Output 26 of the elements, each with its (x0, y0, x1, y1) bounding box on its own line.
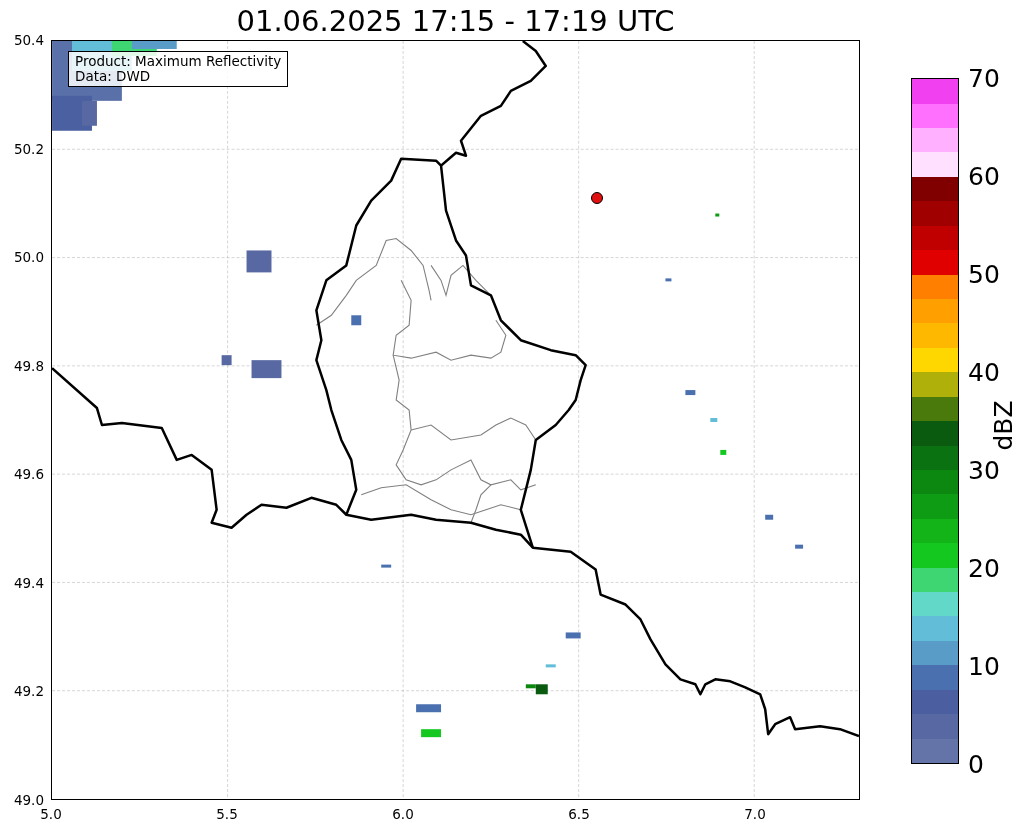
legend-text: Data: DWD (75, 69, 152, 84)
x-tick-label: 7.0 (744, 806, 766, 822)
colorbar-tick-label: 60 (968, 161, 1000, 191)
y-tick-label: 49.0 (13, 792, 44, 808)
colorbar-tick-label: 70 (968, 63, 1000, 93)
colorbar-tick-label: 0 (968, 749, 984, 779)
y-tick-label: 50.2 (13, 140, 44, 157)
y-tick-label: 49.2 (13, 683, 44, 700)
colorbar-tick-label: 10 (968, 651, 1000, 681)
colorbar-tick-label: 50 (968, 259, 1000, 289)
y-tick-label: 49.6 (13, 466, 44, 483)
y-tick-label: 50.0 (13, 249, 44, 266)
legend-text: Product: Maximum Reflectivity (75, 54, 282, 69)
colorbar-tick-label: 20 (968, 553, 1000, 583)
x-tick-label: 5.0 (40, 806, 62, 822)
colorbar-tick-label: 40 (968, 357, 1000, 387)
location-marker (591, 192, 603, 204)
colorbar-label: dBZ (988, 399, 1018, 451)
colorbar-tick-label: 30 (968, 455, 1000, 485)
y-tick-label: 50.4 (13, 32, 44, 48)
x-tick-label: 6.0 (392, 806, 414, 822)
chart-title: 01.06.2025 17:15 - 17:19 UTC (235, 4, 676, 38)
x-tick-label: 6.5 (568, 806, 590, 822)
y-tick-label: 49.8 (13, 357, 44, 374)
x-tick-label: 5.5 (216, 806, 238, 822)
y-tick-label: 49.4 (13, 574, 44, 591)
